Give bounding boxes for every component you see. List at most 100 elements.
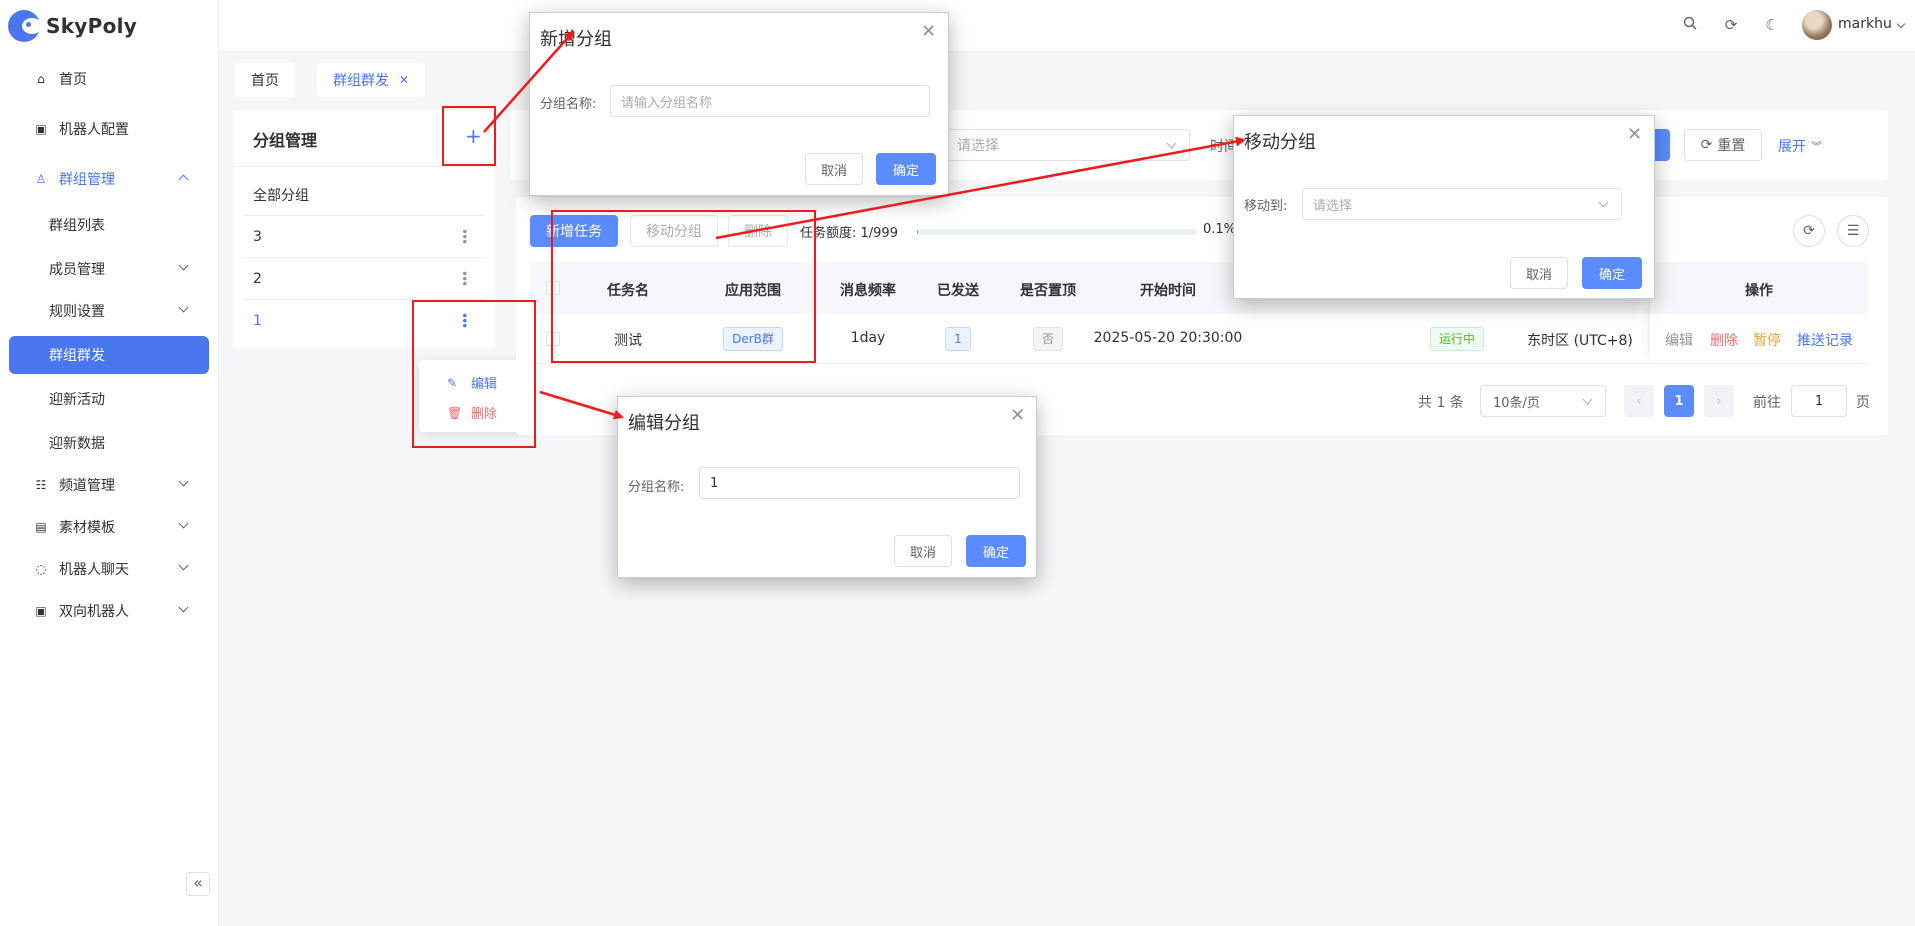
group-name-input[interactable]: 1 — [699, 467, 1020, 499]
cell-task-name: 测试 — [614, 333, 642, 349]
sidebar-item-label: 迎新活动 — [49, 392, 105, 408]
more-icon[interactable]: ••• — [457, 312, 471, 327]
more-icon[interactable]: ••• — [457, 270, 471, 285]
close-icon[interactable]: ✕ — [1010, 405, 1025, 426]
group-context-menu: ✎ 编辑 🗑 删除 — [419, 360, 529, 432]
cell-frequency: 1day — [850, 330, 886, 346]
sidebar-item-group-broadcast[interactable]: 群组群发 — [9, 336, 209, 374]
status-badge: 运行中 — [1429, 327, 1485, 351]
quota-progress-fill — [917, 229, 919, 235]
search-icon[interactable] — [1681, 16, 1699, 34]
reset-label: 重置 — [1717, 138, 1746, 154]
chevron-down-icon — [178, 602, 189, 613]
cancel-button[interactable]: 取消 — [1510, 257, 1568, 289]
page-size-select[interactable]: 10条/页 — [1480, 385, 1606, 417]
sent-count-badge: 1 — [945, 327, 971, 351]
pinned-badge: 否 — [1032, 327, 1064, 351]
context-edit-item[interactable]: ✎ 编辑 — [447, 373, 497, 393]
move-to-select[interactable]: 请选择 — [1302, 188, 1622, 220]
sidebar-item-label: 群组管理 — [59, 172, 115, 188]
row-pause-link[interactable]: 暂停 — [1753, 330, 1781, 350]
close-icon[interactable]: ✕ — [1627, 124, 1642, 145]
sliders-icon: ☰ — [1846, 223, 1860, 239]
sidebar-item-two-way-robot[interactable]: ▣ 双向机器人 — [9, 592, 209, 630]
page-size-label: 10条/页 — [1493, 395, 1540, 411]
sidebar-item-group-list[interactable]: 群组列表 — [9, 206, 209, 244]
sidebar-item-label: 迎新数据 — [49, 436, 105, 452]
add-group-button[interactable]: + — [465, 124, 482, 148]
refresh-icon: ⟳ — [1700, 137, 1713, 153]
avatar[interactable] — [1802, 10, 1832, 40]
cancel-button[interactable]: 取消 — [894, 535, 952, 567]
group-row-selected[interactable]: 1 ••• — [243, 300, 485, 342]
sidebar-item-robot-config[interactable]: ▣ 机器人配置 — [9, 110, 209, 148]
more-icon[interactable]: ••• — [457, 228, 471, 243]
group-row-label: 3 — [253, 228, 262, 245]
chevron-up-icon — [178, 174, 189, 185]
sidebar-item-group-management[interactable]: ♙ 群组管理 — [9, 160, 209, 198]
app-logo[interactable]: SkyPoly — [8, 8, 137, 44]
sidebar-item-label: 成员管理 — [49, 262, 105, 278]
close-icon[interactable]: ✕ — [921, 21, 936, 42]
add-task-label: 新增任务 — [546, 224, 602, 240]
row-push-log-link[interactable]: 推送记录 — [1797, 330, 1853, 350]
row-delete-link[interactable]: 删除 — [1710, 330, 1738, 350]
header-scope: 应用范围 — [725, 283, 781, 299]
batch-delete-button[interactable]: 删除 — [728, 215, 788, 247]
group-row[interactable]: 2 ••• — [243, 258, 485, 300]
batch-delete-label: 删除 — [744, 224, 772, 240]
select-all-checkbox[interactable] — [546, 281, 560, 295]
moon-icon[interactable]: ☾ — [1763, 16, 1781, 34]
sidebar-item-welcome-data[interactable]: 迎新数据 — [9, 424, 209, 462]
confirm-button[interactable]: 确定 — [876, 153, 936, 185]
sidebar-item-channel-management[interactable]: ☷ 频道管理 — [9, 466, 209, 504]
group-name-label: 分组名称: — [628, 480, 685, 495]
close-icon[interactable]: ✕ — [399, 73, 409, 87]
sidebar-item-rule-settings[interactable]: 规则设置 — [9, 292, 209, 330]
sidebar-item-home[interactable]: ⌂ 首页 — [9, 60, 209, 98]
sidebar-item-label: 群组群发 — [49, 348, 105, 364]
group-row-label: 2 — [253, 270, 262, 287]
chat-icon: ◌ — [35, 562, 47, 576]
prev-page-button[interactable]: ‹ — [1624, 385, 1654, 417]
tab-group-broadcast[interactable]: 群组群发 ✕ — [317, 63, 426, 97]
group-row[interactable]: 3 ••• — [243, 216, 485, 258]
row-edit-link[interactable]: 编辑 — [1665, 330, 1693, 350]
goto-label: 前往 — [1753, 395, 1781, 411]
refresh-table-button[interactable]: ⟳ — [1793, 215, 1825, 247]
edit-icon: ✎ — [447, 375, 458, 390]
add-task-button[interactable]: 新增任务 — [530, 215, 618, 247]
tab-home[interactable]: 首页 — [235, 63, 295, 97]
dialog-title: 移动分组 — [1244, 132, 1316, 153]
move-group-dialog: 移动分组 ✕ 移动到: 请选择 取消 确定 — [1233, 115, 1655, 299]
sidebar-item-robot-chat[interactable]: ◌ 机器人聊天 — [9, 550, 209, 588]
row-checkbox[interactable] — [546, 332, 560, 346]
expand-link[interactable]: 展开 ︾ — [1778, 136, 1822, 156]
move-group-button[interactable]: 移动分组 — [630, 215, 718, 247]
goto-page-input[interactable]: 1 — [1791, 385, 1847, 417]
collapse-sidebar-button[interactable]: « — [186, 872, 210, 896]
group-name-input[interactable]: 请输入分组名称 — [610, 85, 930, 117]
edit-group-dialog: 编辑分组 ✕ 分组名称: 1 取消 确定 — [617, 396, 1037, 578]
table-row: 测试 DerB群 1day 1 否 2025-05-20 20:30:00 运行… — [530, 314, 1868, 364]
confirm-button[interactable]: 确定 — [966, 535, 1026, 567]
sidebar-item-member-management[interactable]: 成员管理 — [9, 250, 209, 288]
group-row-label: 全部分组 — [253, 187, 309, 204]
chevron-down-icon — [1166, 138, 1177, 149]
username[interactable]: markhu — [1838, 16, 1892, 32]
column-settings-button[interactable]: ☰ — [1837, 215, 1869, 247]
current-page[interactable]: 1 — [1664, 385, 1694, 417]
cancel-button[interactable]: 取消 — [805, 153, 863, 185]
sidebar: SkyPoly ⌂ 首页 ▣ 机器人配置 ♙ 群组管理 群组列表 成员管理 规则… — [0, 0, 219, 926]
sidebar-item-welcome-activity[interactable]: 迎新活动 — [9, 380, 209, 418]
sidebar-item-material-templates[interactable]: ▤ 素材模板 — [9, 508, 209, 546]
reset-button[interactable]: ⟳ 重置 — [1684, 129, 1762, 161]
next-page-button[interactable]: › — [1704, 385, 1734, 417]
move-group-label: 移动分组 — [646, 224, 702, 240]
filter-select[interactable]: 请选择 — [944, 129, 1190, 161]
context-delete-item[interactable]: 🗑 删除 — [447, 403, 497, 423]
refresh-icon[interactable]: ⟳ — [1722, 16, 1740, 34]
double-chevron-down-icon: ︾ — [1811, 140, 1822, 153]
confirm-button[interactable]: 确定 — [1582, 257, 1642, 289]
group-row-all[interactable]: 全部分组 — [243, 174, 485, 216]
